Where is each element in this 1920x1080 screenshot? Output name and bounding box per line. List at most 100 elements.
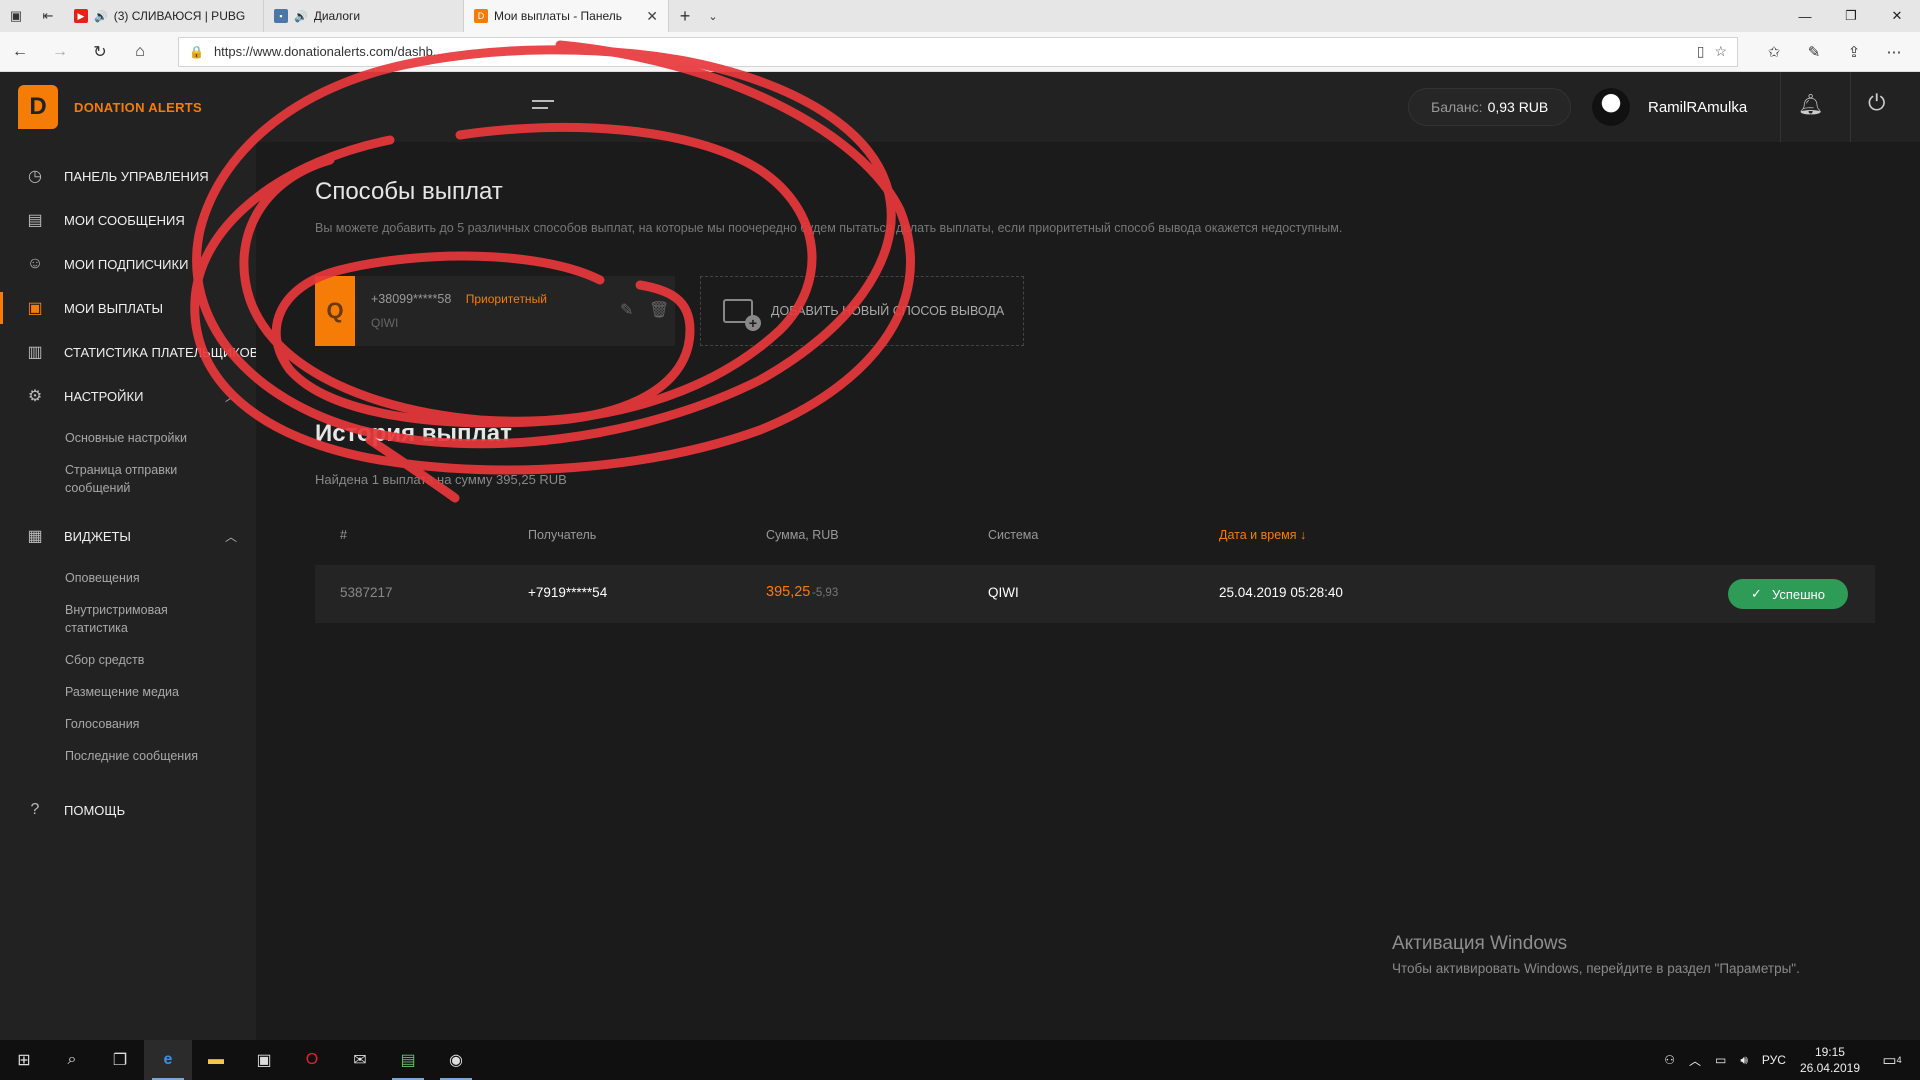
divider — [1850, 72, 1851, 142]
check-icon: ✓ — [1751, 586, 1762, 601]
network-icon[interactable]: ▭ — [1715, 1053, 1726, 1067]
mail-icon[interactable]: ✉ — [336, 1040, 384, 1080]
browser-tab-donationalerts[interactable]: D Мои выплаты - Панель ✕ — [464, 0, 669, 32]
sidebar-subitem-stream-stats[interactable]: Внутристримовая статистика — [65, 594, 215, 644]
donationalerts-logo: D — [18, 85, 58, 129]
close-tab-icon[interactable]: ✕ — [646, 8, 658, 25]
divider — [1780, 72, 1781, 142]
history-summary: Найдена 1 выплата на сумму 395,25 RUB — [315, 472, 567, 487]
chevron-up-icon: ︿ — [225, 389, 238, 404]
sidebar-item-settings[interactable]: ⚙ Настройки ︿ — [0, 374, 256, 418]
windows-taskbar: ⊞ ⌕ ❐ e ▬ ▣ O ✉ ▤ ◉ ⚇ ︿ ▭ 🔊︎ РУС 19:15 2… — [0, 1040, 1920, 1080]
home-button[interactable]: ⌂ — [120, 32, 160, 72]
browser-tab-youtube[interactable]: ▶ 🔊 (3) СЛИВАЮСЯ | PUBG — [64, 0, 264, 32]
sidebar-item-subscribers[interactable]: ☺ Мои подписчики — [0, 242, 256, 286]
action-center-icon[interactable]: ▭ 4 — [1874, 1040, 1910, 1080]
tab-list-chevron-icon[interactable]: ⌄ — [701, 0, 725, 32]
favorites-hub-icon[interactable]: ✩ — [1754, 43, 1794, 61]
edge-icon[interactable]: e — [144, 1040, 192, 1080]
close-window-button[interactable]: ✕ — [1874, 0, 1920, 32]
steam-icon[interactable]: ◉ — [432, 1040, 480, 1080]
balance-badge[interactable]: Баланс: 0,93 RUB — [1408, 88, 1572, 126]
new-tab-button[interactable]: + — [669, 0, 701, 32]
payout-method-system: QIWI — [371, 316, 399, 330]
sidebar-item-widgets[interactable]: ▦ Виджеты ︿ — [0, 514, 256, 558]
username: RamilRAmulka — [1648, 98, 1748, 116]
tab-aside-icon[interactable]: ⇤ — [32, 0, 64, 32]
sidebar-subitem-polls[interactable]: Голосования — [65, 708, 215, 740]
settings-subnav: Основные настройки Страница отправки соо… — [0, 418, 256, 514]
payout-datetime: 25.04.2019 05:28:40 — [1219, 585, 1343, 600]
task-view-icon[interactable]: ❐ — [96, 1040, 144, 1080]
trash-icon[interactable]: 🗑︎ — [649, 300, 669, 320]
file-explorer-icon[interactable]: ▬ — [192, 1040, 240, 1080]
history-title: История выплат — [315, 420, 512, 447]
lock-icon: 🔒 — [189, 44, 204, 59]
more-menu-icon[interactable]: ⋯ — [1874, 43, 1914, 61]
start-button[interactable]: ⊞ — [0, 1040, 48, 1080]
sidebar-subitem-basic-settings[interactable]: Основные настройки — [65, 422, 215, 454]
audio-playing-icon[interactable]: 🔊 — [94, 10, 108, 23]
url-field[interactable]: 🔒 https://www.donationalerts.com/dashb..… — [178, 36, 1738, 67]
add-card-icon — [723, 299, 761, 331]
minimize-button[interactable]: — — [1782, 0, 1828, 32]
add-payout-method-button[interactable]: Добавить новый способ вывода — [700, 276, 1024, 346]
payout-id: 5387217 — [340, 585, 393, 600]
column-header-system[interactable]: Система — [988, 528, 1038, 542]
bell-icon[interactable]: 🔔︎ — [1798, 92, 1823, 117]
menu-toggle-icon[interactable] — [532, 100, 554, 109]
brand[interactable]: D DONATION ALERTS — [0, 72, 256, 142]
edit-icon[interactable]: ✎ — [620, 300, 633, 320]
column-header-recipient[interactable]: Получатель — [528, 528, 596, 542]
tray-expand-chevron-icon[interactable]: ︿ — [1689, 1052, 1701, 1069]
status-badge: ✓ Успешно — [1728, 579, 1848, 609]
column-header-datetime[interactable]: Дата и время ↓ — [1219, 528, 1306, 542]
share-icon[interactable]: ⇪ — [1834, 43, 1874, 61]
search-icon[interactable]: ⌕ — [48, 1040, 96, 1080]
reading-view-icon[interactable]: ▯ — [1697, 43, 1705, 60]
payout-amount: 395,25 — [766, 584, 811, 600]
clock[interactable]: 19:15 26.04.2019 — [1800, 1044, 1860, 1076]
sidebar-subitem-last-messages[interactable]: Последние сообщения — [65, 740, 215, 772]
table-row: 5387217 +7919*****54 395,25 -5,93 QIWI 2… — [315, 565, 1875, 623]
qiwi-icon: Q — [315, 276, 355, 346]
sidebar-nav-widgets: ▦ Виджеты ︿ — [0, 514, 256, 558]
back-button[interactable]: ← — [0, 32, 40, 72]
language-indicator[interactable]: РУС — [1762, 1053, 1786, 1067]
sidebar-subitem-send-page[interactable]: Страница отправки сообщений — [65, 454, 215, 504]
sidebar-item-payer-stats[interactable]: ▥ Статистика плательщиков — [0, 330, 258, 374]
payout-method-card[interactable]: Q +38099*****58 Приоритетный QIWI ✎ 🗑︎ — [315, 276, 675, 346]
sidebar-item-help[interactable]: ? Помощь — [0, 788, 256, 832]
balance-value: 0,93 RUB — [1487, 99, 1549, 115]
people-icon[interactable]: ⚇ — [1664, 1053, 1675, 1067]
main-content: Способы выплат Вы можете добавить до 5 р… — [256, 142, 1920, 1040]
sidebar-subitem-fundraising[interactable]: Сбор средств — [65, 644, 215, 676]
priority-badge: Приоритетный — [465, 292, 547, 306]
favorite-star-icon[interactable]: ☆ — [1714, 43, 1727, 60]
web-note-icon[interactable]: ✎ — [1794, 43, 1834, 61]
sidebar-subitem-alerts[interactable]: Оповещения — [65, 562, 215, 594]
browser-tab-vk[interactable]: ▪ 🔊 Диалоги — [264, 0, 464, 32]
store-icon[interactable]: ▣ — [240, 1040, 288, 1080]
top-header: Баланс: 0,93 RUB RamilRAmulka 🔔︎ ⏻ — [256, 72, 1920, 142]
payout-methods-title: Способы выплат — [315, 178, 503, 205]
game-app-icon[interactable]: ▤ — [384, 1040, 432, 1080]
volume-icon[interactable]: 🔊︎ — [1740, 1053, 1748, 1068]
stats-icon: ▥ — [27, 344, 43, 361]
user-menu[interactable]: RamilRAmulka — [1592, 72, 1747, 142]
power-icon[interactable]: ⏻ — [1868, 90, 1885, 116]
window-controls: — ❐ ✕ — [1782, 0, 1920, 32]
browser-toolbar: ✩ ✎ ⇪ ⋯ — [1754, 43, 1914, 61]
opera-icon[interactable]: O — [288, 1040, 336, 1080]
tab-actions-icon[interactable]: ▣ — [0, 0, 32, 32]
restore-button[interactable]: ❐ — [1828, 0, 1874, 32]
sidebar-item-dashboard[interactable]: ◷ Панель управления — [0, 154, 256, 198]
sidebar-item-messages[interactable]: ▤ Мои сообщения — [0, 198, 256, 242]
audio-playing-icon[interactable]: 🔊 — [294, 10, 308, 23]
reload-button[interactable]: ↻ — [80, 32, 120, 72]
column-header-amount[interactable]: Сумма, RUB — [766, 528, 839, 542]
forward-button[interactable]: → — [40, 32, 80, 72]
payout-methods-description: Вы можете добавить до 5 различных способ… — [315, 221, 1343, 235]
sidebar-item-payouts[interactable]: ▣ Мои выплаты — [0, 286, 256, 330]
sidebar-subitem-media[interactable]: Размещение медиа — [65, 676, 215, 708]
